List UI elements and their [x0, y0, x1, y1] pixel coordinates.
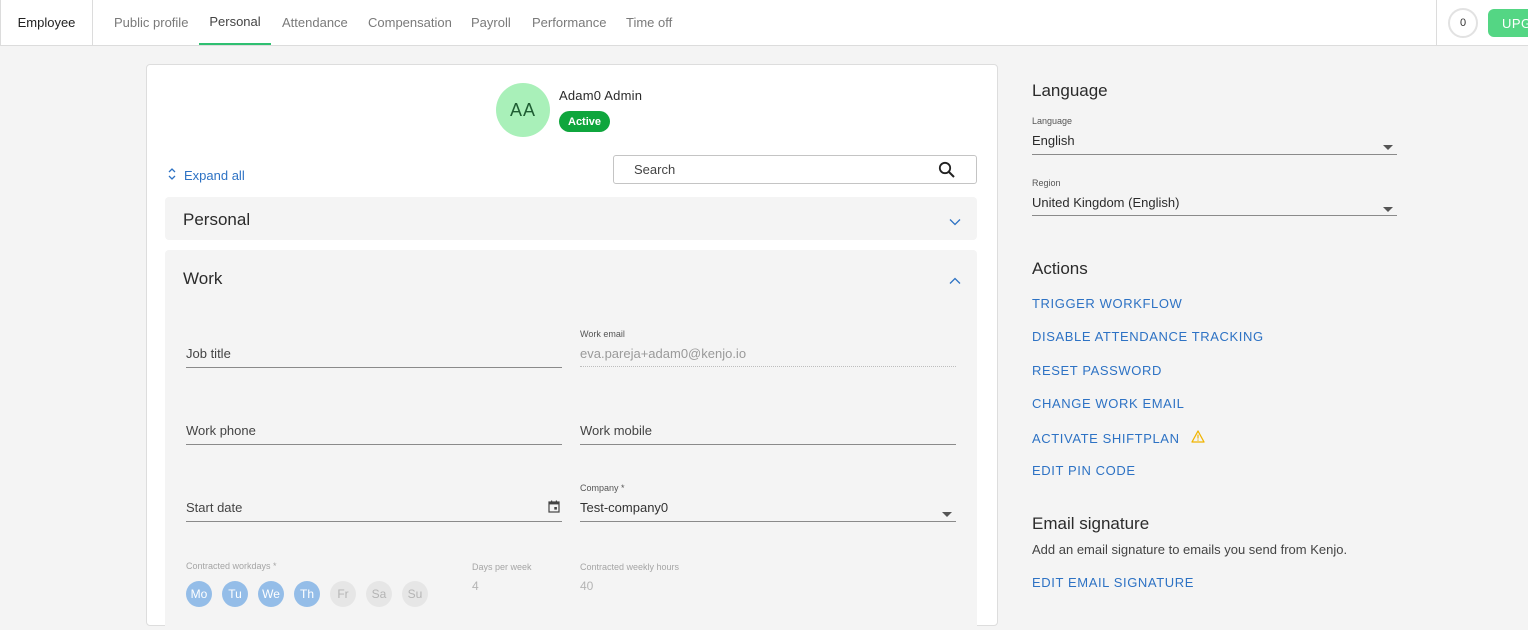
search-input[interactable]: Search [613, 155, 977, 184]
language-underline [1032, 154, 1397, 155]
change-work-email-label: CHANGE WORK EMAIL [1032, 396, 1185, 411]
page-title: Employee [0, 0, 93, 45]
days-per-week-value: 4 [472, 579, 479, 593]
tab-personal[interactable]: Personal [199, 0, 271, 45]
section-title-work[interactable]: Work [183, 269, 222, 289]
start-date-underline [186, 521, 562, 522]
company-value: Test-company0 [580, 500, 669, 515]
activate-shiftplan-link[interactable]: ACTIVATE SHIFTPLAN [1032, 430, 1205, 446]
tab-time-off[interactable]: Time off [626, 0, 672, 45]
disable-attendance-tracking-label: DISABLE ATTENDANCE TRACKING [1032, 329, 1264, 344]
day-toggle-th[interactable]: Th [294, 581, 320, 607]
reset-password-link[interactable]: RESET PASSWORD [1032, 363, 1162, 378]
language-label: Language [1032, 116, 1073, 126]
personal-section-header[interactable]: Personal [165, 197, 977, 240]
work-section: Work Job title Work email eva.pareja+ada… [165, 250, 977, 630]
region-select[interactable]: Region United Kingdom (English) [1032, 178, 1397, 217]
job-title-placeholder: Job title [186, 346, 231, 361]
work-email-value: eva.pareja+adam0@kenjo.io [580, 346, 747, 361]
expand-all-button[interactable]: Expand all [167, 167, 245, 184]
work-mobile-placeholder: Work mobile [580, 423, 653, 438]
tab-performance[interactable]: Performance [532, 0, 606, 45]
company-select[interactable]: Company * Test-company0 [580, 483, 956, 523]
expand-collapse-icon [167, 167, 177, 184]
company-label: Company * [580, 483, 625, 493]
job-title-underline [186, 367, 562, 368]
language-value: English [1032, 133, 1075, 148]
edit-email-signature-label: EDIT EMAIL SIGNATURE [1032, 575, 1195, 590]
top-navigation-bar: Employee Public profile Personal Attenda… [0, 0, 1528, 46]
upgrade-button[interactable]: UPG [1488, 9, 1528, 37]
expand-all-label: Expand all [184, 168, 245, 183]
warning-icon [1190, 430, 1205, 446]
dropdown-arrow-icon[interactable] [1383, 137, 1393, 155]
days-per-week-label: Days per week [472, 562, 532, 572]
employee-profile-card: AA Adam0 Admin Active Expand all Search … [146, 64, 998, 630]
weekly-hours-label: Contracted weekly hours [580, 562, 680, 572]
day-toggle-fr[interactable]: Fr [330, 581, 356, 607]
tab-public-profile[interactable]: Public profile [114, 0, 188, 45]
edit-pin-code-link[interactable]: EDIT PIN CODE [1032, 463, 1136, 478]
job-title-field[interactable]: Job title [186, 346, 562, 368]
disable-attendance-tracking-link[interactable]: DISABLE ATTENDANCE TRACKING [1032, 329, 1264, 344]
work-phone-placeholder: Work phone [186, 423, 256, 438]
region-value: United Kingdom (English) [1032, 195, 1180, 210]
weekly-hours-value: 40 [580, 579, 594, 593]
language-heading: Language [1032, 81, 1108, 100]
day-toggle-tu[interactable]: Tu [222, 581, 248, 607]
notification-counter[interactable]: 0 [1448, 8, 1478, 38]
employee-name: Adam0 Admin [559, 88, 643, 103]
reset-password-label: RESET PASSWORD [1032, 363, 1162, 378]
calendar-icon[interactable] [548, 500, 560, 518]
search-placeholder: Search [634, 162, 676, 177]
chevron-up-icon[interactable] [949, 272, 961, 290]
region-label: Region [1032, 178, 1061, 188]
chevron-down-icon[interactable] [949, 213, 961, 231]
edit-email-signature-link[interactable]: EDIT EMAIL SIGNATURE [1032, 575, 1194, 590]
language-select[interactable]: Language English [1032, 116, 1397, 155]
work-phone-underline [186, 444, 562, 445]
day-toggle-we[interactable]: We [258, 581, 284, 607]
dropdown-arrow-icon[interactable] [942, 504, 952, 522]
status-badge: Active [559, 111, 611, 132]
work-mobile-underline [580, 444, 956, 445]
work-phone-field[interactable]: Work phone [186, 423, 562, 445]
start-date-placeholder: Start date [186, 500, 243, 515]
section-title-personal: Personal [183, 210, 251, 229]
actions-heading: Actions [1032, 259, 1088, 278]
trigger-workflow-link[interactable]: TRIGGER WORKFLOW [1032, 296, 1182, 311]
topbar-actions: 0 UPG [1436, 0, 1528, 45]
search-icon[interactable] [938, 161, 956, 184]
tab-attendance[interactable]: Attendance [282, 0, 348, 45]
day-toggle-mo[interactable]: Mo [186, 581, 212, 607]
day-toggle-sa[interactable]: Sa [366, 581, 392, 607]
tab-compensation[interactable]: Compensation [368, 0, 452, 45]
change-work-email-link[interactable]: CHANGE WORK EMAIL [1032, 396, 1185, 411]
region-underline [1032, 215, 1397, 216]
start-date-field[interactable]: Start date [186, 500, 562, 522]
work-email-label: Work email [580, 329, 625, 339]
email-signature-description: Add an email signature to emails you sen… [1032, 542, 1348, 557]
trigger-workflow-label: TRIGGER WORKFLOW [1032, 296, 1183, 311]
contracted-workdays-label: Contracted workdays * [186, 561, 277, 571]
tab-payroll[interactable]: Payroll [471, 0, 511, 45]
company-underline [580, 521, 956, 522]
activate-shiftplan-label: ACTIVATE SHIFTPLAN [1032, 430, 1180, 446]
edit-pin-code-label: EDIT PIN CODE [1032, 463, 1136, 478]
work-email-field: Work email eva.pareja+adam0@kenjo.io [580, 329, 956, 369]
work-email-underline [580, 366, 956, 367]
work-mobile-field[interactable]: Work mobile [580, 423, 956, 445]
day-toggle-su[interactable]: Su [402, 581, 428, 607]
email-signature-heading: Email signature [1032, 514, 1150, 533]
avatar: AA [496, 83, 550, 137]
